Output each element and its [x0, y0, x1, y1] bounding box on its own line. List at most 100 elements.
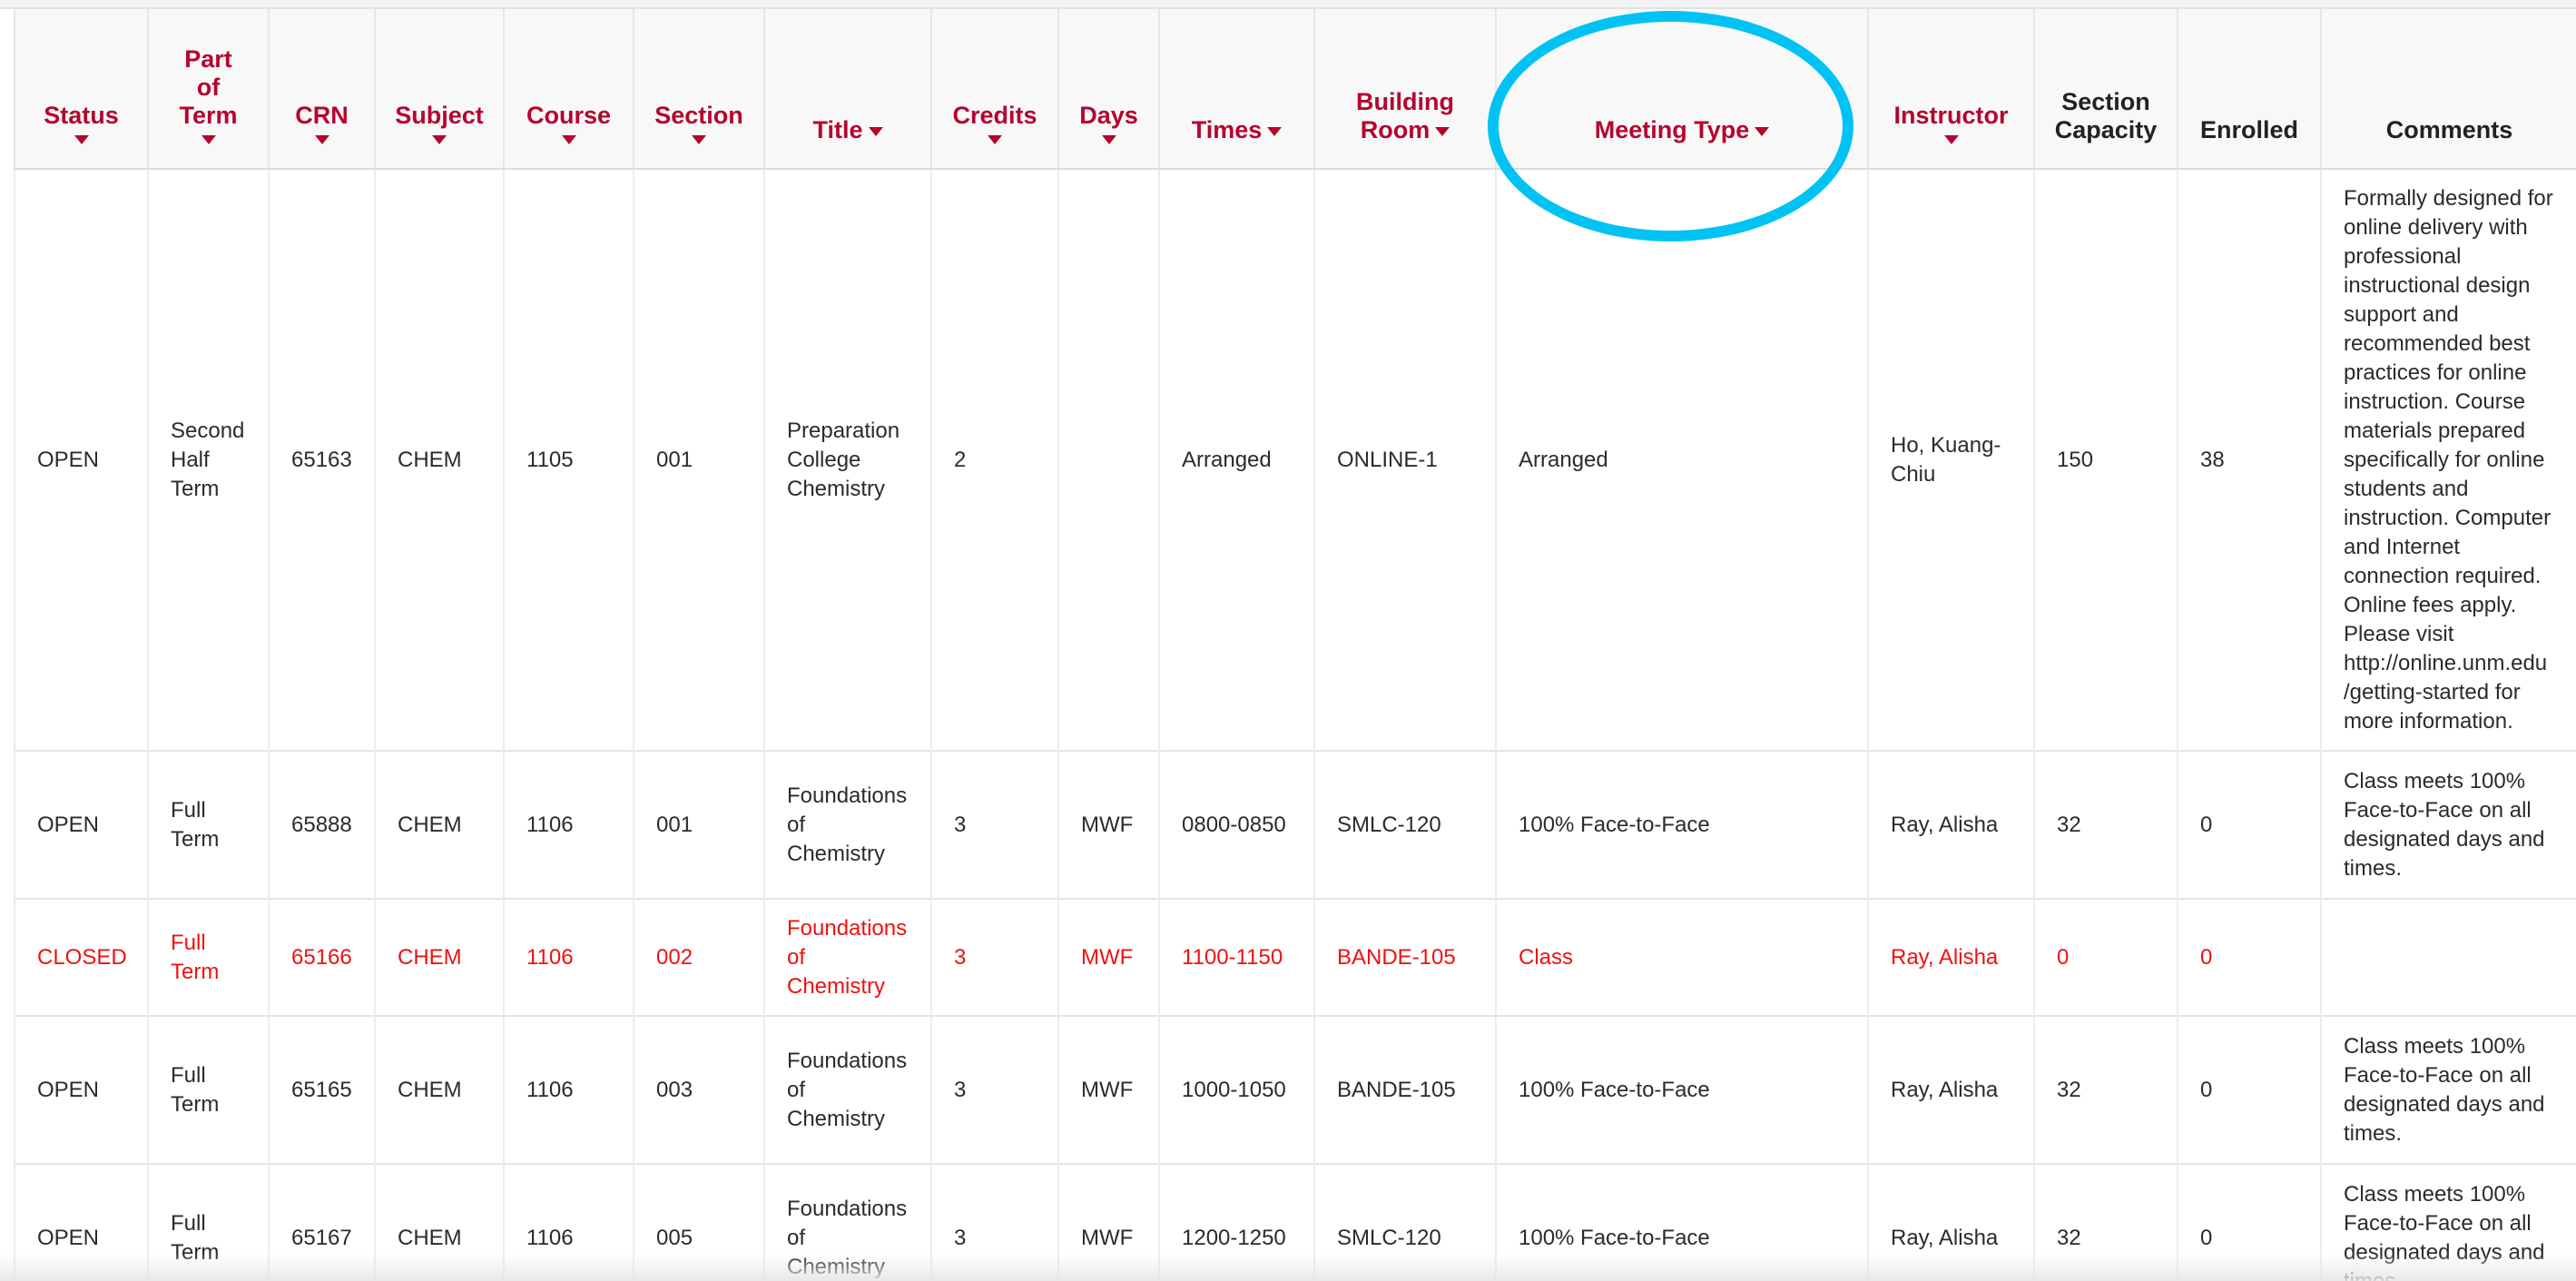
cell-crn: 65167	[268, 1163, 375, 1281]
comment-line: professional	[2344, 243, 2462, 269]
cell-line: Term	[171, 1240, 220, 1265]
column-header-instructor[interactable]: Instructor	[1867, 9, 2034, 170]
cell-status: OPEN	[14, 1015, 148, 1164]
comment-line: Face-to-Face on all	[2344, 1062, 2532, 1088]
column-header-days[interactable]: Days	[1057, 9, 1159, 170]
cell-enrolled: 38	[2177, 168, 2321, 751]
column-header-label: Room	[1360, 116, 1431, 143]
cell-line: Ho, Kuang-	[1891, 432, 2001, 458]
cell-times: 1100-1150	[1158, 898, 1314, 1016]
cell-times: 1000-1050	[1158, 1015, 1314, 1164]
cell-section-capacity: 32	[2033, 1015, 2178, 1164]
top-strip	[0, 0, 2576, 9]
cell-subject: CHEM	[374, 168, 504, 751]
column-header-times[interactable]: Times	[1158, 9, 1314, 170]
cell-line: Foundations	[787, 1048, 908, 1073]
cell-line: Half	[171, 447, 210, 472]
cell-section-capacity: 150	[2033, 168, 2178, 751]
column-header-section-capacity: Section Capacity	[2033, 9, 2178, 170]
column-header-label: Times	[1191, 116, 1263, 143]
comment-line: online delivery with	[2344, 214, 2528, 240]
cell-subject: CHEM	[374, 1163, 504, 1281]
column-header-label: Comments	[2385, 116, 2513, 143]
cell-building-room: SMLC-120	[1313, 1163, 1496, 1281]
column-header-part-of-term[interactable]: Part of Term	[147, 9, 269, 170]
cell-instructor: Ray, Alisha	[1867, 1015, 2034, 1164]
column-header-meeting-type[interactable]: Meeting Type	[1495, 9, 1868, 170]
cell-title: Foundations of Chemistry	[763, 1163, 931, 1281]
cell-title: Preparation College Chemistry	[763, 168, 931, 751]
cell-credits: 3	[930, 1015, 1058, 1164]
column-header-comments: Comments	[2320, 9, 2576, 170]
cell-section: 005	[633, 1163, 764, 1281]
column-header-section[interactable]: Section	[633, 9, 764, 170]
cell-status: OPEN	[14, 1163, 148, 1281]
column-header-label: Enrolled	[2199, 116, 2298, 143]
column-header-subject[interactable]: Subject	[374, 9, 504, 170]
column-header-credits[interactable]: Credits	[930, 9, 1058, 170]
cell-part-of-term: Full Term	[147, 898, 269, 1016]
cell-credits: 2	[930, 168, 1058, 751]
cell-section-capacity: 32	[2033, 1163, 2178, 1281]
cell-comments	[2320, 898, 2576, 1016]
cell-line: Full	[171, 1211, 206, 1236]
table-row: OPEN Full Term 65167 CHEM 1106 005 Founda…	[14, 1163, 2576, 1281]
cell-crn: 65888	[268, 750, 375, 899]
cell-crn: 65166	[268, 898, 375, 1016]
cell-line: Chemistry	[787, 476, 886, 501]
cell-line: Term	[171, 1091, 220, 1117]
cell-part-of-term: Full Term	[147, 1015, 269, 1164]
cell-line: Chemistry	[787, 1106, 886, 1131]
cell-section: 001	[633, 750, 764, 899]
column-header-label: Instructor	[1893, 102, 2009, 129]
cell-times: 1200-1250	[1158, 1163, 1314, 1281]
cell-part-of-term: Second Half Term	[147, 168, 269, 751]
cell-credits: 3	[930, 898, 1058, 1016]
cell-line: Term	[171, 959, 220, 984]
cell-enrolled: 0	[2177, 1015, 2321, 1164]
caret-down-icon	[1755, 126, 1770, 136]
cell-part-of-term: Full Term	[147, 750, 269, 899]
cell-line: Second	[171, 418, 245, 443]
cell-instructor: Ray, Alisha	[1867, 898, 2034, 1016]
comment-line: materials prepared	[2344, 418, 2526, 443]
cell-credits: 3	[930, 1163, 1058, 1281]
cell-line: of	[787, 1077, 806, 1102]
course-schedule-table: Status Part of Term CRN Subject Course Sec…	[14, 9, 2576, 1281]
column-header-course[interactable]: Course	[503, 9, 634, 170]
cell-enrolled: 0	[2177, 1163, 2321, 1281]
cell-line: Chemistry	[787, 973, 886, 999]
column-header-title[interactable]: Title	[763, 9, 931, 170]
comment-line: designated days and	[2344, 826, 2545, 852]
cell-line: Chemistry	[787, 841, 886, 866]
cell-course: 1106	[503, 1163, 634, 1281]
table-row: CLOSED Full Term 65166 CHEM 1106 002 Foun…	[14, 898, 2576, 1016]
cell-days: MWF	[1057, 898, 1159, 1016]
column-header-label: Meeting Type	[1594, 116, 1750, 143]
cell-section: 001	[633, 168, 764, 751]
caret-down-icon	[1267, 126, 1283, 136]
column-header-building-room[interactable]: Building Room	[1313, 9, 1496, 170]
cell-crn: 65165	[268, 1015, 375, 1164]
column-header-label: Building	[1356, 88, 1454, 115]
column-header-enrolled: Enrolled	[2177, 9, 2321, 170]
comment-line: support and	[2344, 301, 2459, 327]
caret-down-icon	[432, 135, 447, 144]
cell-days: MWF	[1057, 1163, 1159, 1281]
comment-line: times.	[2344, 1120, 2403, 1146]
column-header-label: Capacity	[2054, 116, 2158, 143]
table-row: OPEN Second Half Term 65163 CHEM 1105 001 …	[14, 168, 2576, 751]
column-header-label: CRN	[295, 102, 349, 129]
cell-title: Foundations of Chemistry	[763, 1015, 931, 1164]
column-header-label: Term	[179, 102, 238, 129]
table-row: OPEN Full Term 65888 CHEM 1106 001 Founda…	[14, 750, 2576, 899]
class-schedule-page: Status Part of Term CRN Subject Course Sec…	[0, 0, 2576, 1281]
cell-subject: CHEM	[374, 1015, 504, 1164]
column-header-crn[interactable]: CRN	[268, 9, 375, 170]
cell-section-capacity: 32	[2033, 750, 2178, 899]
cell-meeting-type: 100% Face-to-Face	[1495, 1163, 1868, 1281]
comment-line: times.	[2344, 855, 2403, 881]
cell-days	[1057, 168, 1159, 751]
column-header-status[interactable]: Status	[14, 9, 148, 170]
cell-instructor: Ray, Alisha	[1867, 1163, 2034, 1281]
